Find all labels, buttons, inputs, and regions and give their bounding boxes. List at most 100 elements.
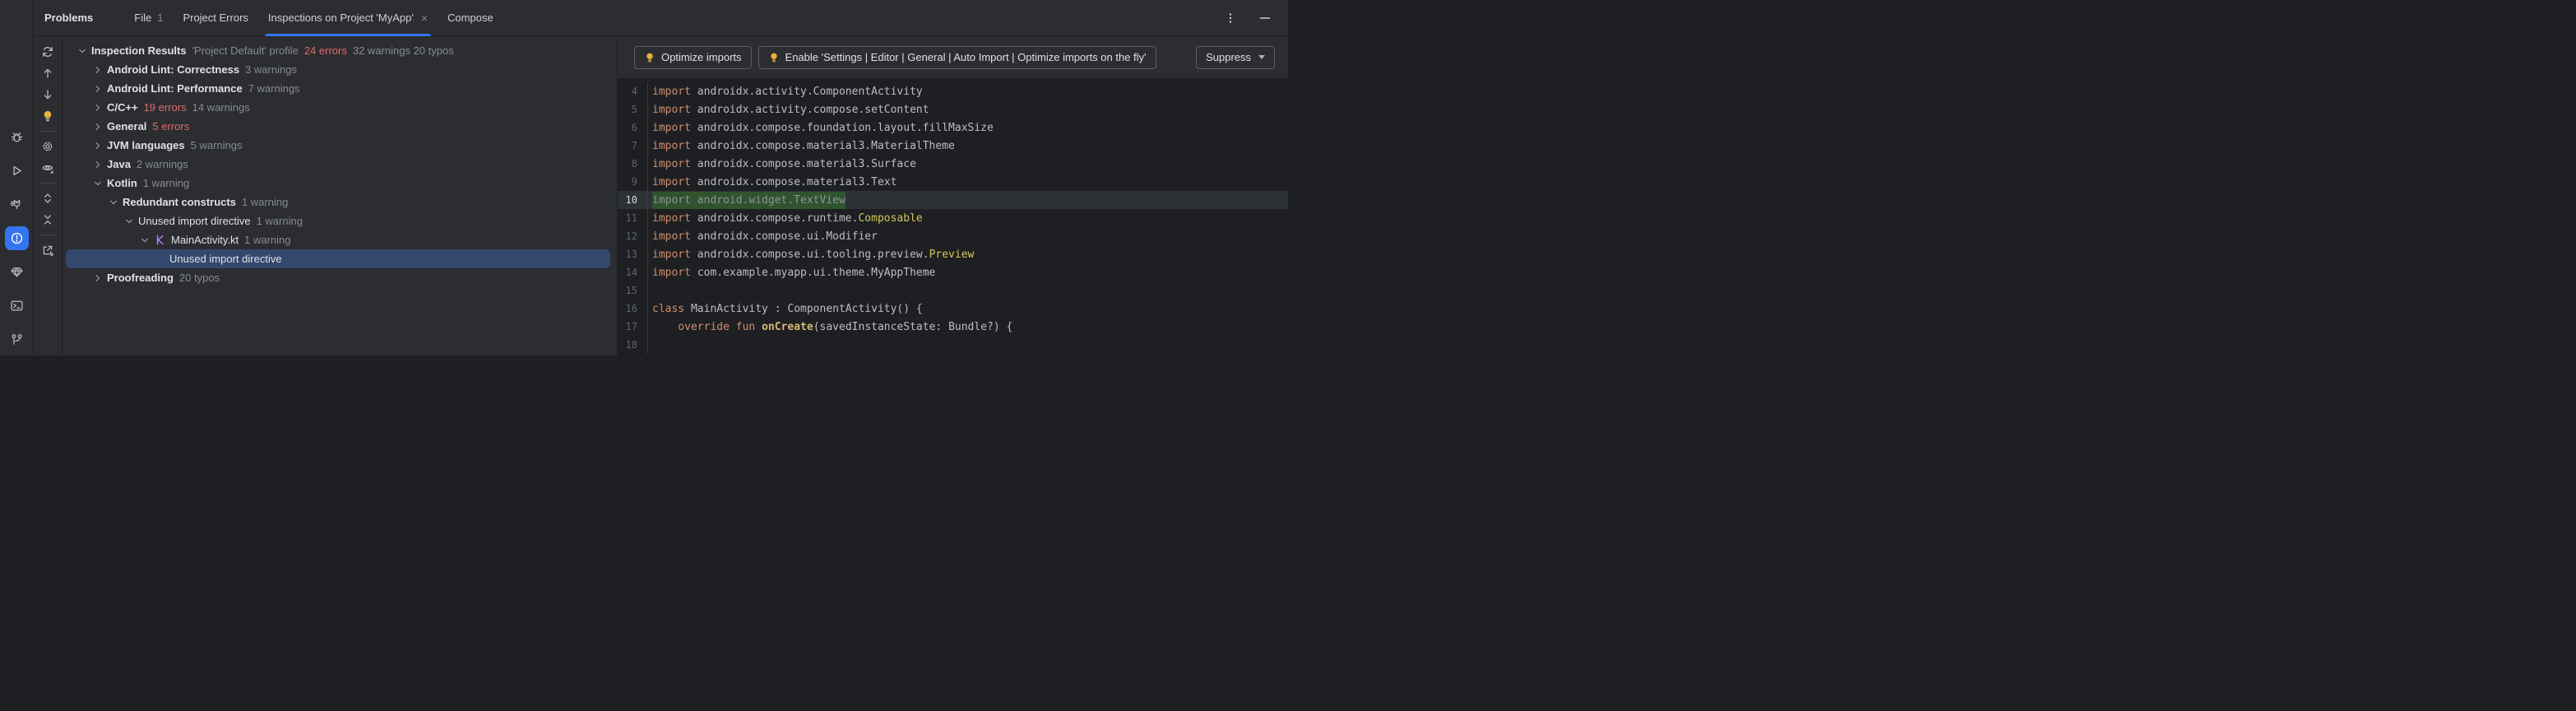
tab-file[interactable]: File1 [124,0,173,35]
chevron-down-icon[interactable] [91,177,104,190]
tab-inspections-on-project-myapp[interactable]: Inspections on Project 'MyApp'× [258,0,438,35]
enable-optimize-on-the-fly-button[interactable]: Enable 'Settings | Editor | General | Au… [758,46,1156,69]
chevron-right-icon[interactable] [91,139,104,152]
settings-gear-icon [41,140,54,153]
toolbar-previous-problem-button[interactable] [37,63,58,84]
stripe-item-version-control[interactable] [5,328,29,351]
line-number: 5 [618,100,648,118]
tree-row-inspection-results[interactable]: Inspection Results'Project Default' prof… [66,41,610,60]
line-code-text: import androidx.compose.material3.Text [648,176,897,188]
chevron-right-icon[interactable] [91,120,104,133]
suppress-dropdown-button[interactable]: Suppress [1196,46,1275,69]
tree-row-android-lint-correctness[interactable]: Android Lint: Correctness 3 warnings [66,60,610,79]
minimize-icon[interactable] [1257,10,1273,26]
code-line-5: 5import androidx.activity.compose.setCon… [618,100,1288,118]
chevron-right-icon[interactable] [91,101,104,114]
line-number: 12 [618,227,648,245]
toolbar-separator [39,131,56,132]
header-controls [1222,0,1288,35]
tree-item-detail: 1 warning [143,177,189,189]
stripe-item-debug[interactable] [5,125,29,149]
code-line-14: 14import com.example.myapp.ui.theme.MyAp… [618,263,1288,281]
tree-item-label: MainActivity.kt [171,234,239,246]
chevron-down-icon[interactable] [138,234,151,247]
stripe-item-problems[interactable] [5,226,29,250]
tool-window-stripe [0,0,34,356]
tree-row-c-c[interactable]: C/C++19 errors14 warnings [66,98,610,117]
chevron-right-icon[interactable] [91,158,104,171]
line-number: 15 [618,281,648,300]
chevron-down-icon[interactable] [107,196,120,209]
chevron-right-icon[interactable] [91,272,104,285]
line-code-text: import androidx.compose.ui.tooling.previ… [648,249,974,261]
tree-row-general[interactable]: General5 errors [66,117,610,136]
line-number: 17 [618,318,648,336]
code-line-9: 9import androidx.compose.material3.Text [618,173,1288,191]
tab-compose[interactable]: Compose [438,0,503,35]
stripe-item-app-insights-gem[interactable] [5,260,29,284]
tree-item-label: Redundant constructs [123,196,236,208]
kebab-menu-icon[interactable] [1222,10,1239,26]
stripe-item-run[interactable] [5,159,29,183]
toolbar-quick-fix-bulb-button[interactable] [37,105,58,127]
line-code-text: import androidx.compose.ui.Modifier [648,230,878,243]
chevron-down-icon[interactable] [123,215,136,228]
tool-window-title: Problems [44,0,93,35]
tree-row-java[interactable]: Java2 warnings [66,155,610,174]
tree-row-kotlin[interactable]: Kotlin1 warning [66,174,610,193]
tree-item-detail: 3 warnings [245,63,297,76]
chevron-down-icon[interactable] [76,44,89,58]
line-number: 14 [618,263,648,281]
stripe-item-terminal[interactable] [5,294,29,318]
tree-item-detail: 1 warning [244,234,290,246]
close-tab-icon[interactable]: × [421,12,428,24]
chevron-right-icon[interactable] [91,63,104,77]
tree-row-proofreading[interactable]: Proofreading 20 typos [66,268,610,287]
expand-all-icon [41,192,54,205]
tree-item-detail: 'Project Default' profile [192,44,299,57]
view-tabs: File1Project ErrorsInspections on Projec… [124,0,503,35]
toolbar-settings-gear-button[interactable] [37,136,58,157]
code-editor[interactable]: 4import androidx.activity.ComponentActiv… [618,78,1288,356]
tree-row-unused-import-directive[interactable]: Unused import directive [66,249,610,268]
optimize-imports-button[interactable]: Optimize imports [634,46,752,69]
tree-item-error-count: 19 errors [144,101,187,114]
toolbar-collapse-all-button[interactable] [37,209,58,230]
quick-fix-bulb-icon [41,109,54,123]
debug-icon [10,130,24,144]
tab-label: Compose [447,12,493,24]
quick-fix-action-bar: Optimize imports Enable 'Settings | Edit… [618,36,1288,78]
line-code-text: class MainActivity : ComponentActivity()… [648,303,923,315]
tree-item-label: Proofreading [107,272,174,284]
stripe-item-logcat[interactable] [5,193,29,216]
tree-item-error-count: 5 errors [152,120,189,132]
tree-item-detail: 2 warnings [137,158,188,170]
tab-project-errors[interactable]: Project Errors [173,0,257,35]
code-line-6: 6import androidx.compose.foundation.layo… [618,118,1288,137]
tree-row-unused-import-directive[interactable]: Unused import directive1 warning [66,211,610,230]
tree-row-mainactivity-kt[interactable]: MainActivity.kt 1 warning [66,230,610,249]
kotlin-file-icon [154,234,166,246]
toolbar-next-problem-button[interactable] [37,84,58,105]
line-number: 16 [618,300,648,318]
tree-row-android-lint-performance[interactable]: Android Lint: Performance7 warnings [66,79,610,98]
quick-fix-bulb-icon [768,52,780,63]
toolbar-rerun-inspection-button[interactable] [37,41,58,63]
tree-item-detail: 7 warnings [248,82,300,95]
tree-row-redundant-constructs[interactable]: Redundant constructs1 warning [66,193,610,211]
toolbar-separator [39,183,56,184]
chevron-right-icon[interactable] [91,82,104,95]
line-number: 18 [618,336,648,354]
tree-item-detail: 20 typos [179,272,220,284]
toolbar-view-options-eye-button[interactable] [37,157,58,179]
line-code-text: import android.widget.TextView [648,192,846,209]
toolbar-expand-all-button[interactable] [37,188,58,209]
tree-item-label: JVM languages [107,139,185,151]
tree-item-label: Android Lint: Correctness [107,63,239,76]
collapse-all-icon [41,213,54,226]
tree-row-jvm-languages[interactable]: JVM languages5 warnings [66,136,610,155]
optimize-imports-label: Optimize imports [661,51,742,63]
toolbar-open-in-window-button[interactable] [37,239,58,261]
problems-toolbar [34,36,63,356]
line-number: 4 [618,82,648,100]
